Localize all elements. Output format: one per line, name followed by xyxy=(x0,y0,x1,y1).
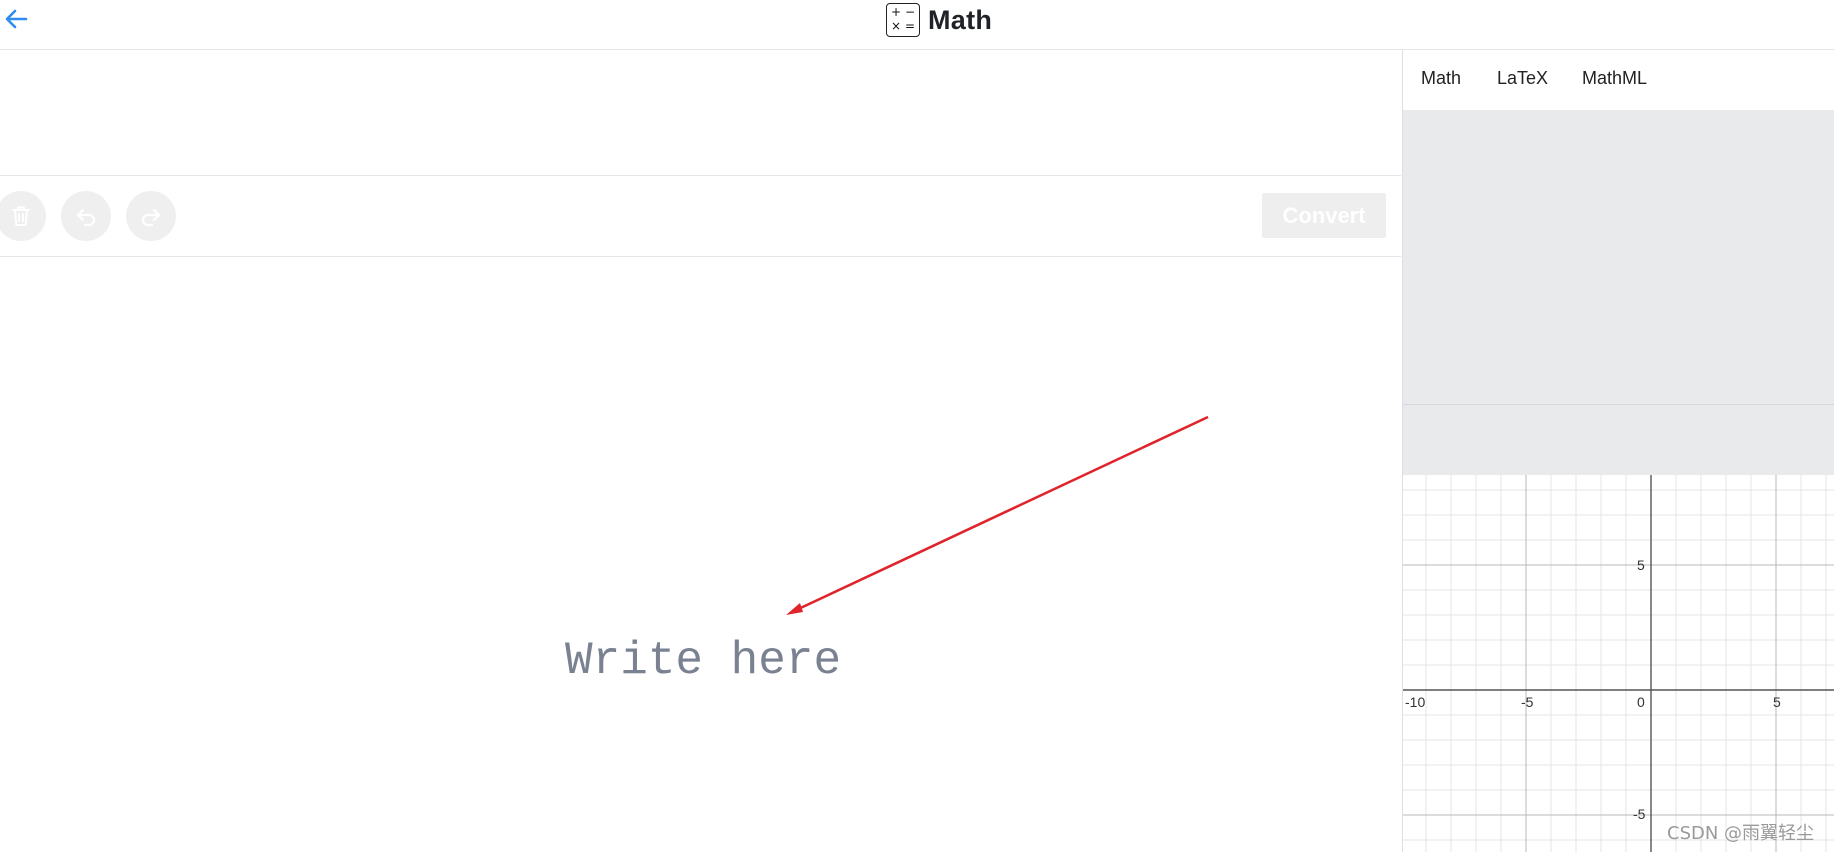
plus-symbol: + xyxy=(891,5,902,19)
tab-mathml[interactable]: MathML xyxy=(1582,68,1647,89)
watermark-text: CSDN @雨翼轻尘 xyxy=(1667,823,1815,844)
undo-icon xyxy=(76,208,96,227)
y-tick-label: 5 xyxy=(1637,557,1645,573)
tab-math[interactable]: Math xyxy=(1421,68,1461,89)
output-tabs: Math LaTeX MathML xyxy=(1403,50,1834,110)
page-title: Math xyxy=(928,4,993,35)
convert-button[interactable]: Convert xyxy=(1262,193,1386,238)
undo-button[interactable] xyxy=(61,191,111,241)
editor-toolbar: Convert xyxy=(0,176,1401,257)
math-preview-footer xyxy=(1403,405,1834,475)
y-tick-label: -5 xyxy=(1633,806,1646,822)
app-header: + − × = Math xyxy=(0,0,1834,50)
output-pane: Math LaTeX MathML -10 -5 0 5 5 -5 xyxy=(1402,50,1834,852)
tab-latex[interactable]: LaTeX xyxy=(1497,68,1548,89)
result-area xyxy=(0,50,1401,176)
x-tick-label: 5 xyxy=(1773,694,1781,710)
write-here-placeholder: Write here xyxy=(565,635,842,687)
times-symbol: × xyxy=(891,19,902,33)
graph-grid: -10 -5 0 5 5 -5 xyxy=(1403,475,1834,852)
x-tick-label: -5 xyxy=(1521,694,1534,710)
trash-icon xyxy=(12,206,30,226)
x-tick-label: 0 xyxy=(1637,694,1645,710)
app-title-group: + − × = Math xyxy=(886,0,992,40)
redo-button[interactable] xyxy=(126,191,176,241)
back-arrow-icon xyxy=(5,9,28,29)
math-app-icon: + − × = xyxy=(886,3,920,37)
minus-symbol: − xyxy=(905,5,916,19)
handwriting-canvas[interactable]: Write here xyxy=(0,257,1401,852)
x-tick-label: -10 xyxy=(1405,694,1425,710)
back-button[interactable] xyxy=(2,4,32,34)
function-graph[interactable]: -10 -5 0 5 5 -5 xyxy=(1403,475,1834,852)
annotation-arrow xyxy=(786,415,1209,615)
clear-button[interactable] xyxy=(0,191,46,241)
editor-pane: Convert Write here xyxy=(0,50,1401,852)
equals-symbol: = xyxy=(905,19,916,33)
math-preview xyxy=(1403,110,1834,405)
redo-icon xyxy=(141,208,161,227)
